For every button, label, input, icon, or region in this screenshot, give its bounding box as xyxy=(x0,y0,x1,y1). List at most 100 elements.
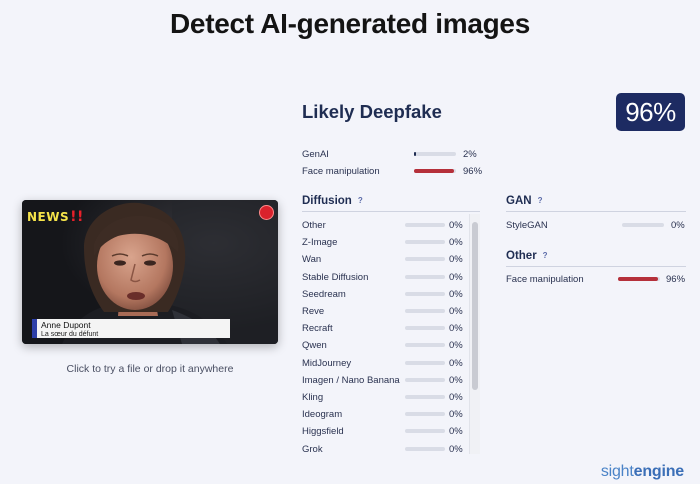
diffusion-percent: 0% xyxy=(449,392,463,403)
diffusion-percent: 0% xyxy=(449,374,463,386)
diffusion-percent: 0% xyxy=(449,443,463,455)
diffusion-percent: 0% xyxy=(449,426,463,438)
diffusion-row: Reve 0% xyxy=(302,304,464,318)
summary-bar-fill xyxy=(414,152,416,156)
other-section-title: Other? xyxy=(506,250,548,262)
diffusion-row: Stable Diffusion 0% xyxy=(302,270,464,284)
diffusion-percent: 0% xyxy=(449,254,463,266)
diffusion-label: Grok xyxy=(302,443,323,455)
gan-percent: 0% xyxy=(671,220,685,231)
brand-part-1: sight xyxy=(600,463,634,480)
other-title-text: Other xyxy=(506,250,537,262)
diffusion-row: Ideogram 0% xyxy=(302,407,464,421)
diffusion-bar-track xyxy=(405,309,445,313)
diffusion-bar-track xyxy=(405,223,445,227)
upload-hint[interactable]: Click to try a file or drop it anywhere xyxy=(22,363,278,375)
channel-logo-icon xyxy=(259,205,274,220)
diffusion-label: Recraft xyxy=(302,323,333,335)
gan-row-stylegan: StyleGAN 0% xyxy=(506,218,686,232)
diffusion-row: Z-Image 0% xyxy=(302,235,464,249)
diffusion-row: Higgsfield 0% xyxy=(302,424,464,438)
diffusion-label: Ideogram xyxy=(302,409,343,421)
diffusion-divider xyxy=(302,211,480,212)
verdict-title: Likely Deepfake xyxy=(302,101,442,122)
other-help-icon[interactable]: ? xyxy=(543,251,548,260)
page-title: Detect AI-generated images xyxy=(170,8,530,39)
caption-name: Anne Dupont xyxy=(41,320,91,330)
summary-row-genai: GenAI 2% xyxy=(302,147,492,161)
diffusion-bar-track xyxy=(405,446,445,451)
uploaded-image-preview[interactable]: NEWS!! Anne Dupont La sœur du défunt xyxy=(22,200,278,344)
diffusion-percent: 0% xyxy=(449,271,463,283)
diffusion-bar-track xyxy=(405,257,445,262)
summary-percent: 2% xyxy=(463,149,477,160)
diffusion-bar-track xyxy=(405,291,445,296)
other-row-face-manipulation: Face manipulation 96% xyxy=(506,272,686,286)
diffusion-bar-track xyxy=(405,274,445,279)
gan-bar-track xyxy=(622,223,664,227)
diffusion-percent: 0% xyxy=(449,409,463,421)
news-label-text: NEWS xyxy=(27,210,70,224)
diffusion-label: Stable Diffusion xyxy=(302,271,369,283)
diffusion-scrollbar[interactable] xyxy=(469,214,480,454)
summary-bar-track xyxy=(414,152,456,156)
lower-third-caption: Anne Dupont La sœur du défunt xyxy=(32,319,230,338)
diffusion-row: Recraft 0% xyxy=(302,321,464,335)
diffusion-bar-track xyxy=(405,240,445,245)
other-bar-track xyxy=(618,277,660,281)
diffusion-row: MidJourney 0% xyxy=(302,356,464,370)
diffusion-row: Imagen / Nano Banana 0% xyxy=(302,373,464,387)
diffusion-label: Kling xyxy=(302,392,324,403)
summary-percent: 96% xyxy=(463,166,483,177)
diffusion-row: Grok 0% xyxy=(302,442,464,456)
brand-part-2: engine xyxy=(633,463,685,480)
diffusion-bar-track xyxy=(405,395,445,399)
diffusion-bar-track xyxy=(405,412,445,417)
summary-bar-fill xyxy=(414,169,455,173)
other-label: Face manipulation xyxy=(506,274,584,285)
diffusion-label: Higgsfield xyxy=(302,426,344,438)
diffusion-label: MidJourney xyxy=(302,357,352,369)
news-bang: !! xyxy=(70,209,84,225)
diffusion-section-title: Diffusion? xyxy=(302,195,363,207)
diffusion-bar-track xyxy=(405,326,445,331)
diffusion-row: Other 0% xyxy=(302,218,464,232)
summary-label: GenAI xyxy=(302,149,329,160)
gan-help-icon[interactable]: ? xyxy=(538,196,543,205)
diffusion-label: Imagen / Nano Banana xyxy=(302,374,400,386)
other-percent: 96% xyxy=(666,274,686,285)
news-label: NEWS!! xyxy=(27,209,84,225)
sightengine-logo[interactable]: sightengine xyxy=(601,463,684,481)
gan-section-title: GAN? xyxy=(506,195,542,207)
summary-row-face-manipulation: Face manipulation 96% xyxy=(302,164,492,178)
diffusion-scrollbar-thumb[interactable] xyxy=(472,222,478,390)
gan-title-text: GAN xyxy=(506,195,532,207)
diffusion-row: Wan 0% xyxy=(302,252,464,266)
diffusion-label: Reve xyxy=(302,306,325,317)
other-divider xyxy=(506,266,686,267)
diffusion-percent: 0% xyxy=(449,220,463,231)
diffusion-label: Z-Image xyxy=(302,237,338,249)
gan-label: StyleGAN xyxy=(506,220,548,231)
diffusion-label: Seedream xyxy=(302,288,346,300)
diffusion-title-text: Diffusion xyxy=(302,195,352,207)
summary-label: Face manipulation xyxy=(302,166,380,177)
diffusion-bar-track xyxy=(405,343,445,348)
diffusion-row: Qwen 0% xyxy=(302,338,464,352)
diffusion-help-icon[interactable]: ? xyxy=(358,196,363,205)
diffusion-percent: 0% xyxy=(449,340,463,352)
other-bar-fill xyxy=(618,277,659,281)
diffusion-percent: 0% xyxy=(449,323,463,335)
diffusion-percent: 0% xyxy=(449,237,463,249)
diffusion-label: Other xyxy=(302,220,326,231)
diffusion-label: Wan xyxy=(302,254,322,266)
diffusion-row: Kling 0% xyxy=(302,390,464,404)
overall-score-badge: 96% xyxy=(616,93,685,131)
diffusion-row: Seedream 0% xyxy=(302,287,464,301)
summary-bar-track xyxy=(414,169,456,173)
diffusion-percent: 0% xyxy=(449,306,463,317)
diffusion-percent: 0% xyxy=(449,288,463,300)
diffusion-bar-track xyxy=(405,429,445,434)
gan-divider xyxy=(506,211,686,212)
caption-subtitle: La sœur du défunt xyxy=(41,330,99,338)
